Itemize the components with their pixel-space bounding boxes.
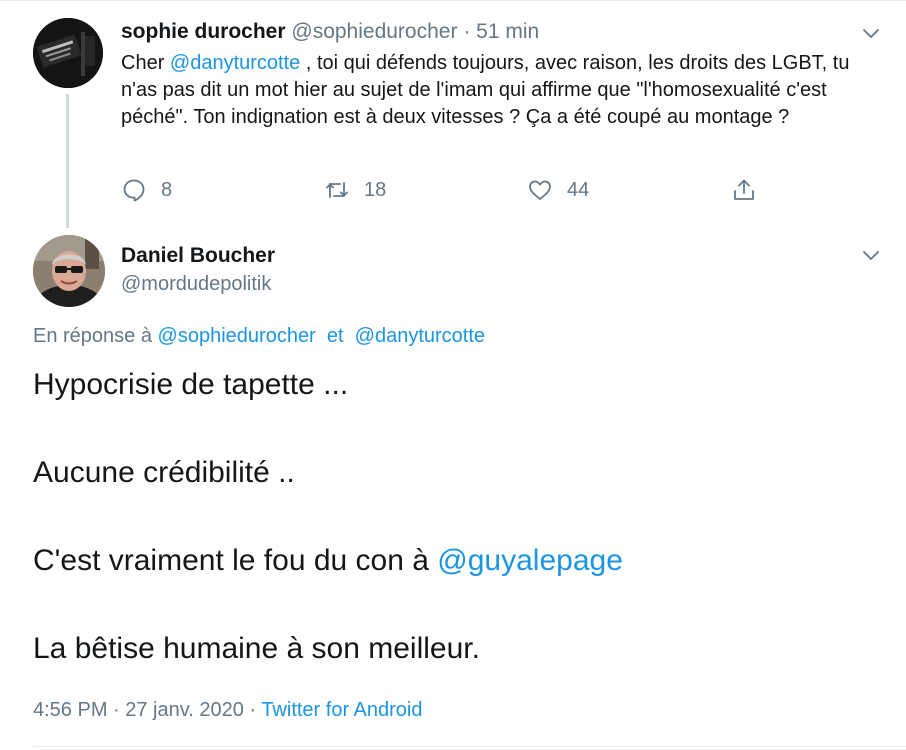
- retweet-icon: [326, 182, 348, 198]
- thread-connector-line: [66, 94, 69, 228]
- chevron-down-icon: [863, 29, 879, 38]
- meta-separator: ·: [249, 699, 257, 721]
- reply-mention-link[interactable]: @sophiedurocher: [158, 325, 316, 347]
- top-divider: [0, 0, 906, 1]
- reply-context: En réponse à @sophiedurocher et @danytur…: [33, 325, 485, 348]
- like-button[interactable]: 44: [527, 177, 589, 203]
- tweet-timestamp[interactable]: 4:56 PM · 27 janv. 2020: [33, 699, 244, 721]
- avatar-image: [33, 18, 103, 88]
- reply-and: et: [326, 325, 344, 347]
- tweet-meta: 4:56 PM · 27 janv. 2020 · Twitter for An…: [33, 699, 423, 722]
- header-separator: ·: [463, 20, 471, 43]
- tweet-body-text: C'est vraiment le fou du con à: [33, 544, 438, 577]
- author-name[interactable]: Daniel Boucher: [121, 244, 275, 268]
- avatar[interactable]: [33, 18, 103, 88]
- tweet-time[interactable]: 51 min: [476, 20, 539, 43]
- author-name[interactable]: sophie durocher: [121, 20, 286, 43]
- tweet-body-line: Aucune crédibilité ..: [33, 456, 295, 489]
- tweet-body-line: Hypocrisie de tapette ...: [33, 368, 349, 401]
- retweet-count: 18: [364, 178, 387, 201]
- avatar-image: [33, 235, 105, 307]
- reply-count: 8: [161, 178, 173, 201]
- mention-link[interactable]: @guyalepage: [437, 544, 623, 577]
- tweet1-text: Cher @danyturcotte , toi qui défends tou…: [121, 50, 881, 131]
- tweet-body-line: La bêtise humaine à son meilleur.: [33, 632, 480, 665]
- like-count: 44: [567, 178, 590, 201]
- reply-button[interactable]: 8: [121, 177, 172, 203]
- mention-link[interactable]: @danyturcotte: [170, 52, 300, 74]
- share-button[interactable]: [731, 177, 771, 203]
- bottom-divider: [33, 746, 906, 747]
- author-handle[interactable]: @sophiedurocher: [291, 20, 457, 43]
- avatar[interactable]: [33, 235, 105, 307]
- author-handle[interactable]: @mordudepolitik: [121, 273, 271, 296]
- tweet1-header: sophie durocher @sophiedurocher · 51 min: [121, 20, 539, 44]
- retweet-button[interactable]: 18: [324, 177, 386, 203]
- chevron-down-icon: [863, 251, 879, 260]
- reply-prefix: En réponse à: [33, 325, 152, 347]
- reply-icon: [123, 179, 145, 202]
- tweet2-menu-button[interactable]: [862, 246, 880, 269]
- like-icon: [529, 180, 551, 200]
- tweet-source-link[interactable]: Twitter for Android: [261, 699, 422, 721]
- tweet1-menu-button[interactable]: [862, 24, 880, 47]
- tweet-body-line: C'est vraiment le fou du con à @guyalepa…: [33, 544, 623, 578]
- reply-mention-link[interactable]: @danyturcotte: [355, 325, 485, 347]
- tweet-text-start: Cher: [121, 52, 170, 74]
- share-icon: [734, 179, 754, 200]
